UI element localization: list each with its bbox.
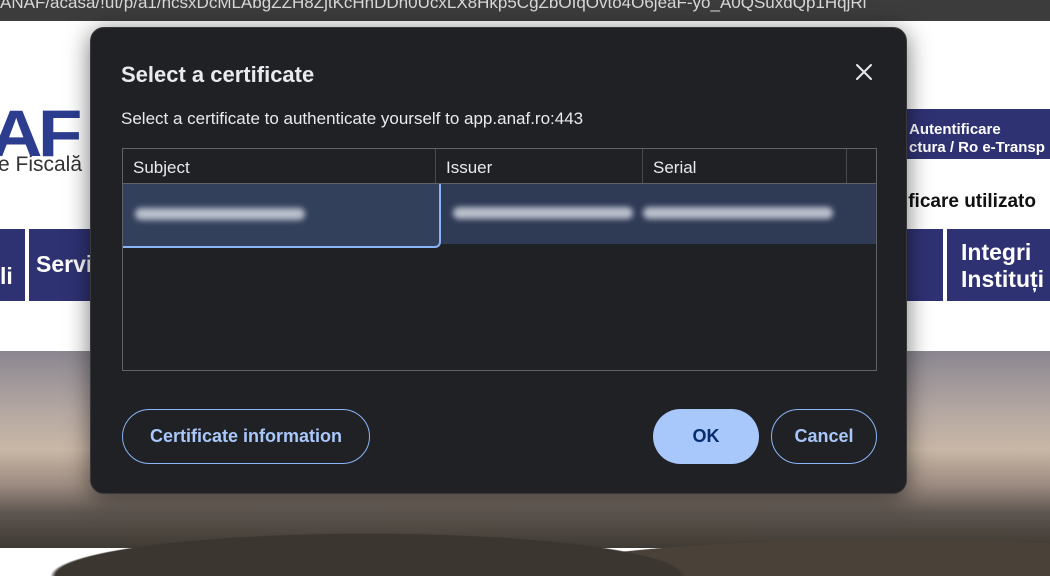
certificate-information-button[interactable]: Certificate information bbox=[122, 409, 370, 464]
close-button[interactable] bbox=[848, 56, 880, 88]
nav-tile-integritate-line2: Instituți bbox=[961, 266, 1045, 292]
column-header-subject[interactable]: Subject bbox=[123, 149, 436, 183]
auth-box[interactable]: Autentificare ctura / Ro e-Transp bbox=[905, 109, 1050, 159]
ok-button[interactable]: OK bbox=[653, 409, 759, 464]
nav-tile-integritate[interactable]: Integri Instituți bbox=[947, 229, 1050, 301]
cancel-button[interactable]: Cancel bbox=[771, 409, 877, 464]
browser-url-bar[interactable]: ANAF/acasa/!ut/p/a1/hcsxDcMLAbgZZH8ZjtKc… bbox=[0, 0, 1050, 21]
table-row[interactable] bbox=[123, 184, 876, 248]
table-header: Subject Issuer Serial bbox=[123, 149, 876, 184]
url-text: ANAF/acasa/!ut/p/a1/hcsxDcMLAbgZZH8ZjtKc… bbox=[0, 0, 867, 12]
dialog-title: Select a certificate bbox=[121, 62, 315, 87]
certificate-table: Subject Issuer Serial bbox=[122, 148, 877, 371]
column-header-serial[interactable]: Serial bbox=[643, 149, 847, 183]
nav-tile-1[interactable]: li bbox=[0, 229, 25, 301]
redacted-subject bbox=[135, 208, 305, 220]
redacted-issuer bbox=[453, 207, 633, 219]
auth-user-link[interactable]: ntificare utilizato bbox=[885, 191, 1036, 213]
column-header-issuer[interactable]: Issuer bbox=[436, 149, 643, 183]
dialog-subtitle: Select a certificate to authenticate you… bbox=[121, 109, 584, 128]
redacted-serial bbox=[643, 207, 833, 219]
close-icon bbox=[856, 64, 872, 80]
select-certificate-dialog: Select a certificate Select a certificat… bbox=[90, 27, 907, 494]
nav-tile-integritate-line1: Integri bbox=[961, 239, 1032, 265]
nav-tile-3[interactable] bbox=[905, 229, 943, 301]
auth-box-line2: ctura / Ro e-Transp bbox=[909, 139, 1045, 156]
auth-box-line1: Autentificare bbox=[909, 121, 1001, 138]
nav-tile-servicii[interactable]: Servi bbox=[29, 229, 99, 301]
logo-subtitle: e Fiscală bbox=[0, 153, 83, 176]
